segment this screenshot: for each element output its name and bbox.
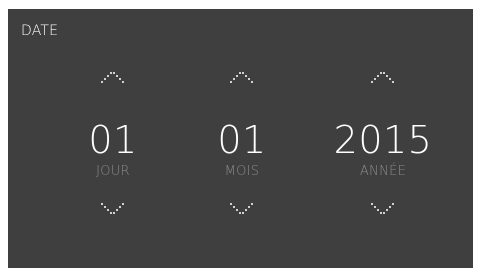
chevron-up-icon [230,72,253,83]
day-decrement-button[interactable] [99,201,127,217]
chevron-down-icon [230,203,253,214]
month-label: MOIS [224,164,260,179]
chevron-up-icon [371,72,394,83]
year-decrement-button[interactable] [369,201,397,217]
month-decrement-button[interactable] [228,201,256,217]
day-column: 01 JOUR [53,9,173,268]
chevron-up-icon [101,72,124,83]
chevron-down-icon [371,203,394,214]
day-increment-button[interactable] [99,69,127,85]
day-value[interactable]: 01 [53,121,173,159]
day-label: JOUR [96,164,130,179]
chevron-down-icon [101,203,124,214]
month-increment-button[interactable] [228,69,256,85]
month-column: 01 MOIS [182,9,302,268]
year-value[interactable]: 2015 [323,121,443,159]
month-value[interactable]: 01 [182,121,302,159]
year-increment-button[interactable] [369,69,397,85]
year-column: 2015 ANNÉE [323,9,443,268]
year-label: ANNÉE [359,164,407,179]
date-picker-panel: DATE 01 JOUR 01 MOIS 2015 ANNÉE [8,9,473,268]
